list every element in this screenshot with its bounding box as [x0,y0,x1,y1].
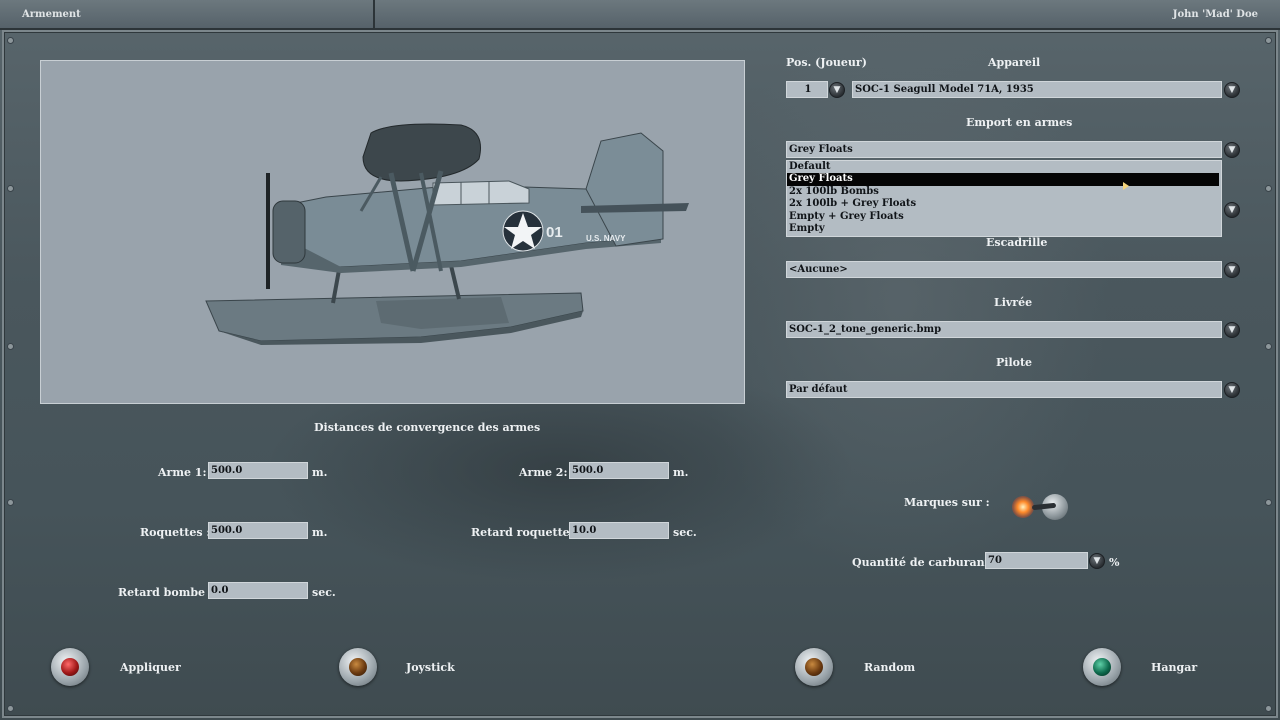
weapon2-input[interactable]: 500.0 [569,462,669,479]
position-dropdown-button[interactable]: ▼ [829,82,845,98]
rockets-unit: m. [312,526,328,539]
loadout-option[interactable]: 2x 100lb Bombs [787,186,1221,198]
rivet [1266,344,1271,349]
fuel-select[interactable]: 70 [985,552,1088,569]
rivet [1266,500,1271,505]
toggle-light-icon [1012,496,1034,518]
amber-lamp-icon [349,658,367,676]
pilot-select[interactable]: Par défaut [786,381,1222,398]
rivet [1266,186,1271,191]
weapon2-unit: m. [673,466,689,479]
bomb-delay-input[interactable]: 0.0 [208,582,308,599]
fuel-label: Quantité de carburant : [852,556,998,569]
rivet [8,186,13,191]
chevron-down-icon: ▼ [1228,145,1236,155]
loadout-option[interactable]: Empty [787,223,1221,235]
bomb-delay-label: Retard bombe : [118,586,213,599]
loadout-option[interactable]: Empty + Grey Floats [787,211,1221,223]
rocket-delay-unit: sec. [673,526,697,539]
hangar-label[interactable]: Hangar [1151,661,1197,674]
rivet [8,38,13,43]
bomb-delay-unit: sec. [312,586,336,599]
skin-select[interactable]: SOC-1_2_tone_generic.bmp [786,321,1222,338]
rocket-delay-input[interactable]: 10.0 [569,522,669,539]
markings-label: Marques sur : [904,496,990,509]
convergence-title: Distances de convergence des armes [314,421,541,434]
random-label[interactable]: Random [864,661,915,674]
rivet [8,706,13,711]
aircraft-label: Appareil [988,56,1041,69]
pilot-label: Pilote [996,356,1033,369]
hangar-button[interactable] [1083,648,1121,686]
title-bar: Armement John 'Mad' Doe [0,0,1280,30]
user-name: John 'Mad' Doe [1172,9,1258,20]
aircraft-dropdown-button[interactable]: ▼ [1224,82,1240,98]
chevron-down-icon: ▼ [1228,385,1236,395]
chevron-down-icon: ▼ [1093,556,1101,566]
squadron-dropdown-button[interactable]: ▼ [1224,262,1240,278]
chevron-down-icon: ▼ [833,85,841,95]
loadout-option[interactable]: 2x 100lb + Grey Floats [787,198,1221,210]
loadout-select[interactable]: Grey Floats [786,141,1222,158]
weapon1-label: Arme 1: [158,466,207,479]
loadout-dropdown-list: Default Grey Floats 2x 100lb Bombs 2x 10… [786,160,1222,237]
chevron-down-icon: ▼ [1228,205,1236,215]
aircraft-preview: 01 U.S. NAVY [40,60,745,404]
position-field[interactable]: 1 [786,81,828,98]
loadout-label: Emport en armes [966,116,1073,129]
joystick-label[interactable]: Joystick [406,661,455,674]
joystick-button[interactable] [339,648,377,686]
window-title: Armement [0,0,375,30]
loadout-option-selected[interactable]: Grey Floats [787,173,1219,186]
rivet [8,344,13,349]
chevron-down-icon: ▼ [1228,325,1236,335]
rocket-delay-label: Retard roquette : [471,526,578,539]
skin-dropdown-button[interactable]: ▼ [1224,322,1240,338]
insignia-text: U.S. NAVY [586,234,626,243]
aircraft-select[interactable]: SOC-1 Seagull Model 71A, 1935 [852,81,1222,98]
random-button[interactable] [795,648,833,686]
apply-button[interactable] [51,648,89,686]
chevron-down-icon: ▼ [1228,85,1236,95]
chevron-down-icon: ▼ [1228,265,1236,275]
rivet [1266,38,1271,43]
squadron-label: Escadrille [986,236,1048,249]
rivet [8,500,13,505]
hidden-dropdown-button[interactable]: ▼ [1224,202,1240,218]
fuel-dropdown-button[interactable]: ▼ [1089,553,1105,569]
aircraft-illustration: 01 U.S. NAVY [205,123,689,345]
weapon1-input[interactable]: 500.0 [208,462,308,479]
mouse-cursor-icon [1123,182,1129,190]
markings-toggle[interactable] [1008,490,1072,524]
red-lamp-icon [61,658,79,676]
rivet [1266,706,1271,711]
position-label: Pos. (Joueur) [786,56,867,69]
loadout-dropdown-button[interactable]: ▼ [1224,142,1240,158]
insignia-number: 01 [546,224,563,241]
fuel-unit: % [1109,556,1120,569]
pilot-dropdown-button[interactable]: ▼ [1224,382,1240,398]
weapon2-label: Arme 2: [519,466,568,479]
skin-label: Livrée [994,296,1033,309]
squadron-select[interactable]: <Aucune> [786,261,1222,278]
loadout-option[interactable]: Default [787,161,1221,173]
green-lamp-icon [1093,658,1111,676]
weapon1-unit: m. [312,466,328,479]
rockets-label: Roquettes : [140,526,211,539]
apply-label[interactable]: Appliquer [120,661,181,674]
rockets-input[interactable]: 500.0 [208,522,308,539]
amber-lamp-icon [805,658,823,676]
